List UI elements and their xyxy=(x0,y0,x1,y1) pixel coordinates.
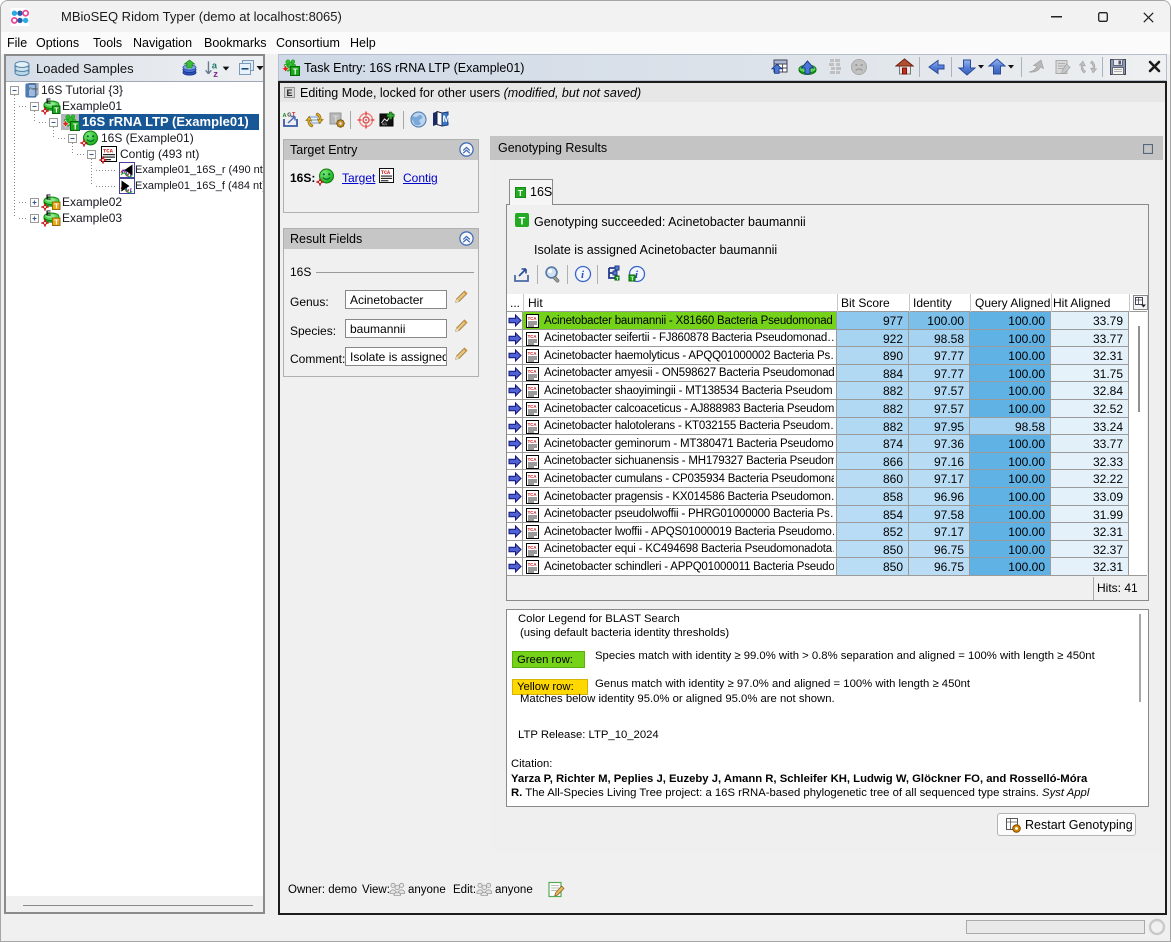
svg-text:TCA: TCA xyxy=(381,170,391,176)
svg-text:TCA: TCA xyxy=(528,333,537,338)
svg-text:VA: VA xyxy=(382,122,388,127)
svg-text:TCA: TCA xyxy=(528,527,537,532)
svg-text:TCA: TCA xyxy=(528,369,537,374)
svg-text:T: T xyxy=(616,276,619,281)
svg-text:T: T xyxy=(54,108,59,114)
svg-text:T: T xyxy=(293,67,298,76)
svg-text:TCA: TCA xyxy=(528,509,537,514)
svg-text:TCA: TCA xyxy=(528,404,537,409)
svg-text:T: T xyxy=(54,220,59,226)
svg-text:TCA: TCA xyxy=(528,421,537,426)
svg-text:TCA: TCA xyxy=(528,474,537,479)
svg-text:TCA: TCA xyxy=(528,492,537,497)
svg-text:E: E xyxy=(46,98,51,105)
svg-text:E: E xyxy=(46,210,51,217)
svg-text:G: G xyxy=(287,113,291,119)
svg-text:T: T xyxy=(519,216,526,228)
svg-text:TCA: TCA xyxy=(528,457,537,462)
svg-text:TCA: TCA xyxy=(528,316,537,321)
svg-text:M: M xyxy=(443,114,451,124)
svg-text:TCA: TCA xyxy=(528,386,537,391)
svg-text:TCA: TCA xyxy=(528,545,537,550)
svg-text:TCA: TCA xyxy=(103,148,114,155)
svg-text:Prep: Prep xyxy=(29,86,38,91)
svg-text:T: T xyxy=(73,122,78,131)
svg-text:TCA: TCA xyxy=(528,439,537,444)
svg-text:A: A xyxy=(283,113,287,119)
svg-text:z: z xyxy=(213,69,218,78)
svg-text:TCA: TCA xyxy=(528,562,537,567)
svg-text:TCA: TCA xyxy=(528,351,537,356)
svg-text:T: T xyxy=(518,188,524,198)
svg-text:E: E xyxy=(46,194,51,201)
